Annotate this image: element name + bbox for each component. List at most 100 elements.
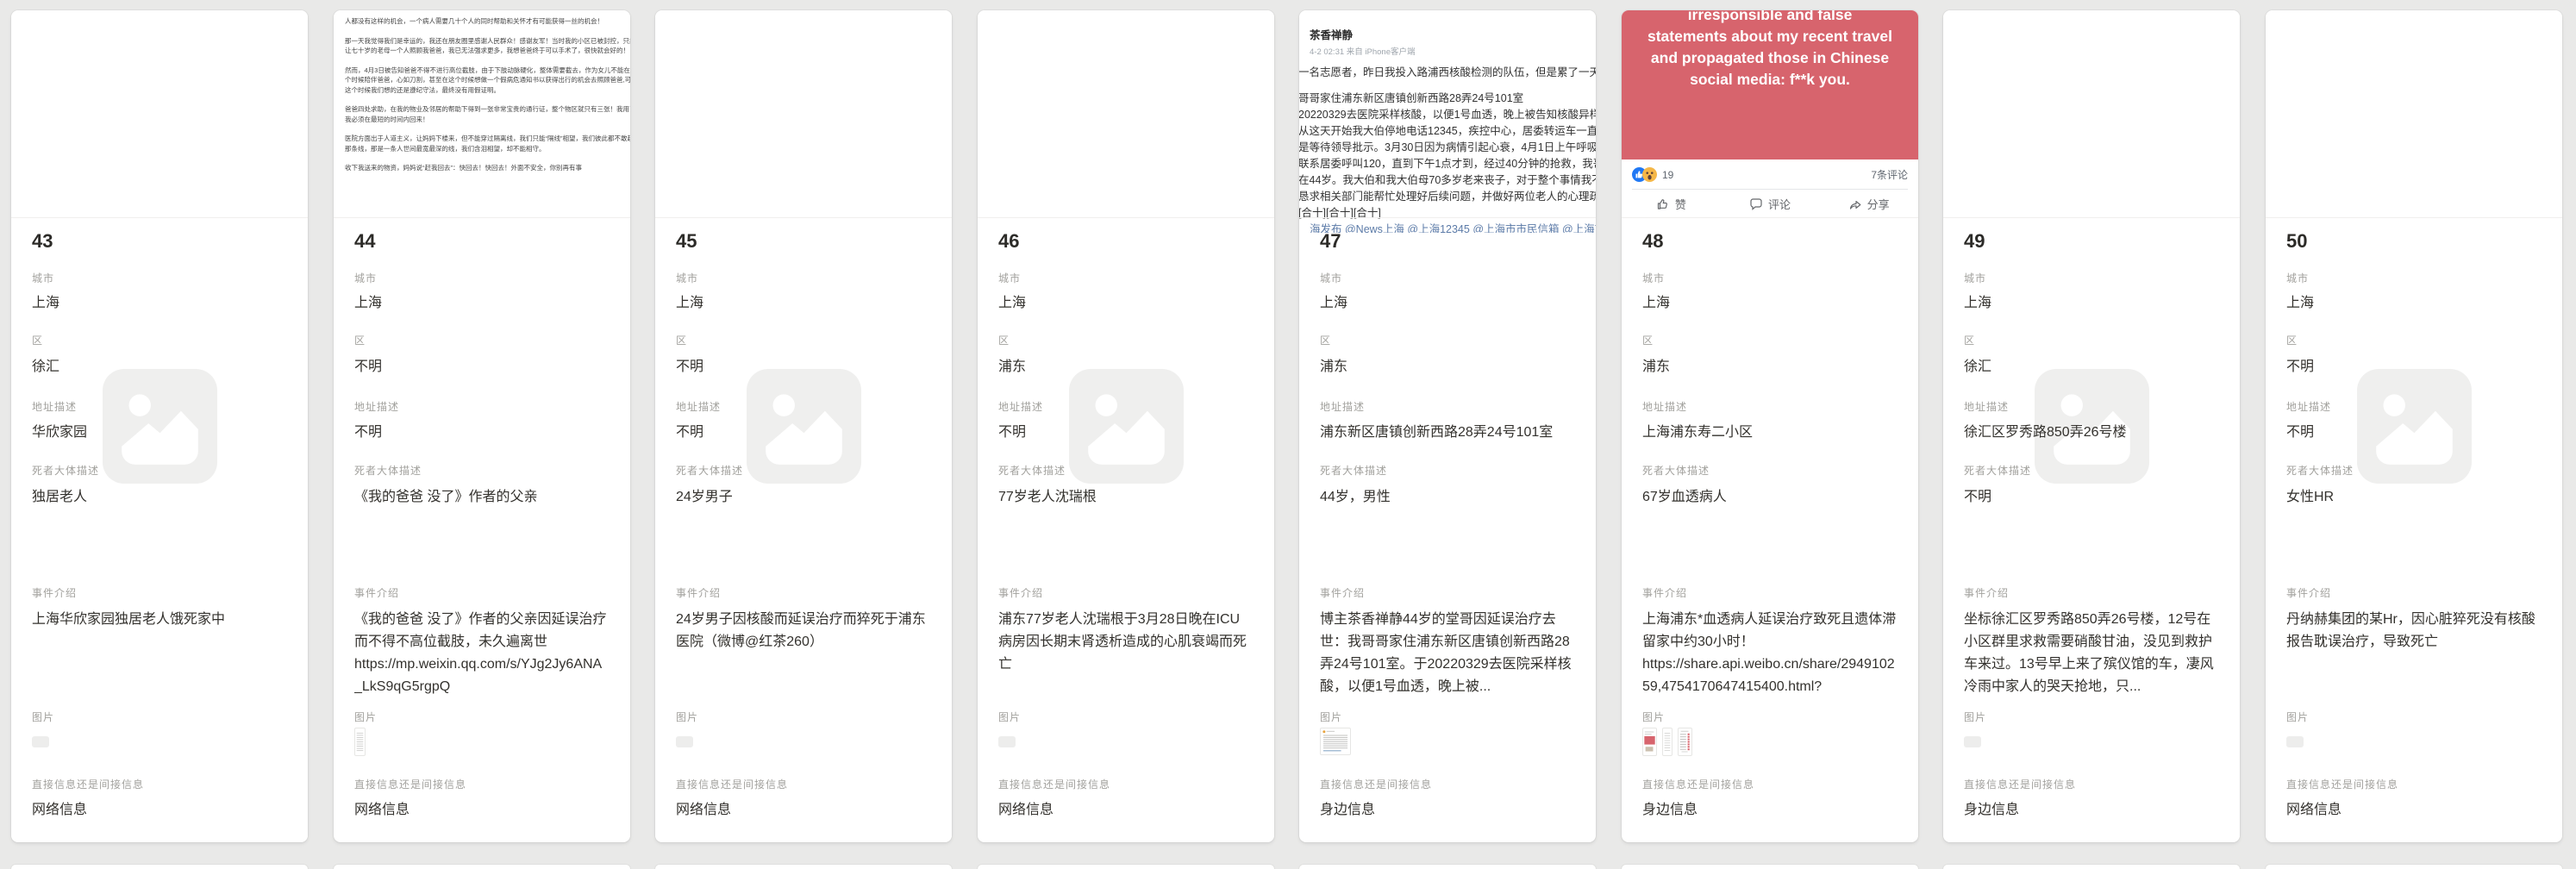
field-value-address: 不明	[998, 422, 1254, 443]
next-row-card-sliver[interactable]	[978, 865, 1274, 869]
cover-article-paragraph: 收下我送来的物资，妈妈说“赶我回去”：快回去！快回去！外面不安全，你别再有事	[345, 163, 630, 173]
field-label-direct: 直接信息还是间接信息	[354, 778, 610, 791]
field-value-victim: 女性HR	[2286, 487, 2542, 508]
share-action-icon	[1848, 197, 1862, 211]
weibo-body-line: 哥哥家住浦东新区唐镇创新西路28弄24号101室	[1299, 91, 1596, 107]
weibo-body-line: 在44岁。我大伯和我大伯母70多岁老来丧子，对于整个事情我不做评价，	[1299, 172, 1596, 189]
field-label-address: 地址描述	[676, 401, 931, 414]
like-action-icon	[1656, 197, 1670, 211]
field-label-address: 地址描述	[1642, 401, 1898, 414]
cover-divider	[2266, 217, 2562, 218]
field-label-district: 区	[2286, 334, 2542, 347]
field-value-address: 上海浦东寿二小区	[1642, 422, 1898, 443]
field-label-district: 区	[1320, 334, 1575, 347]
record-card[interactable]: 人都没有这样的机会，一个病人需要几十个人的同时帮助和关怀才有可能获得一丝的机会！…	[334, 10, 630, 842]
field-label-victim: 死者大体描述	[32, 465, 287, 478]
next-row-card-sliver[interactable]	[1943, 865, 2240, 869]
field-value-district: 徐汇	[32, 357, 287, 378]
field-label-event: 事件介绍	[354, 587, 610, 600]
next-row-card-sliver[interactable]	[655, 865, 952, 869]
record-card[interactable]: 46城市上海区浦东地址描述不明死者大体描述77岁老人沈瑞根事件介绍浦东77岁老人…	[978, 10, 1274, 842]
image-thumbnails-row	[998, 728, 1016, 756]
field-value-address: 徐汇区罗秀路850弄26号楼	[1964, 422, 2219, 443]
image-thumbnail	[1320, 728, 1351, 755]
next-row-card-sliver[interactable]	[11, 865, 308, 869]
field-label-city: 城市	[676, 272, 931, 285]
next-row-card-sliver[interactable]	[1622, 865, 1918, 869]
field-label-district: 区	[1964, 334, 2219, 347]
record-card[interactable]: 49城市上海区徐汇地址描述徐汇区罗秀路850弄26号楼死者大体描述不明事件介绍坐…	[1943, 10, 2240, 842]
cover-article-paragraph: 人都没有这样的机会，一个病人需要几十个人的同时帮助和关怀才有可能获得一丝的机会！	[345, 16, 630, 27]
field-label-event: 事件介绍	[998, 587, 1254, 600]
field-label-victim: 死者大体描述	[998, 465, 1254, 478]
field-value-city: 上海	[1320, 293, 1575, 314]
field-label-direct: 直接信息还是间接信息	[2286, 778, 2542, 791]
next-row-card-sliver[interactable]	[334, 865, 630, 869]
field-value-city: 上海	[32, 293, 287, 314]
social-action-button: 评论	[1721, 196, 1820, 212]
image-thumbnails-row	[32, 728, 49, 756]
card-cover-image: 茶香禅静4-2 02:31 来自 iPhone客户端一名志愿者，昨日我投入路浦西…	[1299, 10, 1596, 233]
field-value-victim: 独居老人	[32, 487, 287, 508]
field-label-direct: 直接信息还是间接信息	[1964, 778, 2219, 791]
image-thumbnails-row	[2286, 728, 2304, 756]
field-label-image: 图片	[354, 711, 610, 724]
field-value-city: 上海	[1642, 293, 1898, 314]
cover-divider	[1943, 217, 2240, 218]
record-card[interactable]: 50城市上海区不明地址描述不明死者大体描述女性HR事件介绍丹纳赫集团的某Hr，因…	[2266, 10, 2562, 842]
cover-divider	[334, 217, 630, 218]
field-value-district: 徐汇	[1964, 357, 2219, 378]
field-value-victim: 不明	[1964, 487, 2219, 508]
field-value-victim: 《我的爸爸 没了》作者的父亲	[354, 487, 610, 508]
field-value-event: 浦东77岁老人沈瑞根于3月28日晚在ICU病房因长期末肾透析造成的心肌衰竭而死亡	[998, 609, 1254, 698]
field-label-image: 图片	[676, 711, 931, 724]
field-value-victim: 24岁男子	[676, 487, 931, 508]
field-value-direct: 网络信息	[998, 800, 1254, 821]
field-label-victim: 死者大体描述	[354, 465, 610, 478]
social-action-button: 赞	[1622, 196, 1721, 212]
weibo-body-line: 一名志愿者，昨日我投入路浦西核酸检测的队伍，但是累了一天后晚上接	[1299, 65, 1596, 81]
card-number: 49	[1964, 230, 1985, 253]
field-label-victim: 死者大体描述	[1642, 465, 1898, 478]
record-card[interactable]: irresponsible and false statements about…	[1622, 10, 1918, 842]
record-card[interactable]: 45城市上海区不明地址描述不明死者大体描述24岁男子事件介绍24岁男子因核酸而延…	[655, 10, 952, 842]
social-action-button: 分享	[1819, 196, 1918, 212]
field-label-city: 城市	[354, 272, 610, 285]
field-value-victim: 67岁血透病人	[1642, 487, 1898, 508]
social-action-label: 分享	[1867, 196, 1890, 212]
field-label-event: 事件介绍	[1320, 587, 1575, 600]
field-value-address: 华欣家园	[32, 422, 287, 443]
card-cover-image: 人都没有这样的机会，一个病人需要几十个人的同时帮助和关怀才有可能获得一丝的机会！…	[334, 10, 630, 229]
field-value-event: 坐标徐汇区罗秀路850弄26号楼，12号在小区群里求救需要硝酸甘油，没见到救护车…	[1964, 609, 2219, 698]
card-number: 45	[676, 230, 697, 253]
comment-count: 7条评论	[1871, 167, 1908, 182]
record-card[interactable]: 茶香禅静4-2 02:31 来自 iPhone客户端一名志愿者，昨日我投入路浦西…	[1299, 10, 1596, 842]
image-thumbnail	[1678, 728, 1692, 756]
reaction-count: 19	[1662, 169, 1673, 181]
social-action-label: 赞	[1675, 196, 1686, 212]
image-thumbnails-row	[1964, 728, 1981, 756]
field-label-victim: 死者大体描述	[1964, 465, 2219, 478]
image-thumbnail	[354, 728, 366, 756]
field-label-direct: 直接信息还是间接信息	[32, 778, 287, 791]
image-thumbnail	[676, 736, 693, 747]
field-label-image: 图片	[1642, 711, 1898, 724]
field-label-city: 城市	[1964, 272, 2219, 285]
field-label-direct: 直接信息还是间接信息	[1642, 778, 1898, 791]
field-label-district: 区	[1642, 334, 1898, 347]
field-value-district: 不明	[2286, 357, 2542, 378]
field-value-direct: 身边信息	[1642, 800, 1898, 821]
next-row-card-sliver[interactable]	[2266, 865, 2562, 869]
field-label-image: 图片	[998, 711, 1254, 724]
field-value-victim: 44岁，男性	[1320, 487, 1575, 508]
field-label-event: 事件介绍	[32, 587, 287, 600]
field-value-district: 不明	[354, 357, 610, 378]
next-row-card-sliver[interactable]	[1299, 865, 1596, 869]
record-card[interactable]: 43城市上海区徐汇地址描述华欣家园死者大体描述独居老人事件介绍上海华欣家园独居老…	[11, 10, 308, 842]
comment-action-icon	[1749, 197, 1763, 211]
field-label-victim: 死者大体描述	[2286, 465, 2542, 478]
card-cover-image: irresponsible and false statements about…	[1622, 10, 1918, 217]
field-label-city: 城市	[998, 272, 1254, 285]
field-value-address: 不明	[354, 422, 610, 443]
field-label-image: 图片	[1964, 711, 2219, 724]
